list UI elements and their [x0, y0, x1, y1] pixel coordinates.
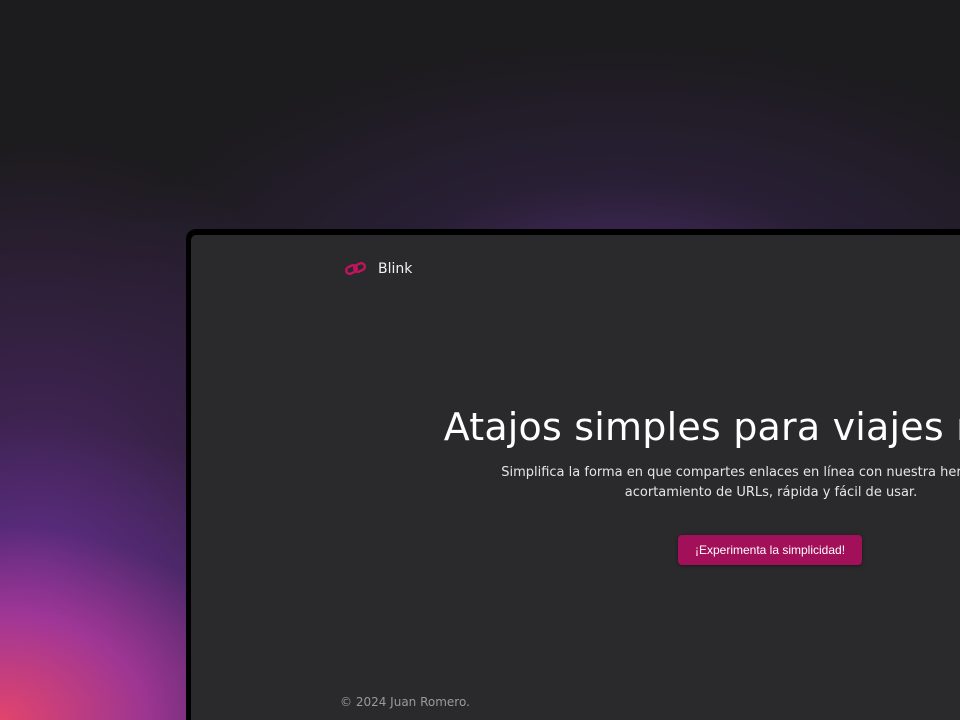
footer-copyright: © 2024 Juan Romero.: [340, 695, 470, 709]
hero-title: Atajos simples para viajes rápidos: [443, 405, 960, 449]
app-screen: Blink Atajos simples para viajes rápidos…: [191, 235, 960, 720]
brand-name[interactable]: Blink: [378, 261, 412, 277]
device-frame: Blink Atajos simples para viajes rápidos…: [186, 229, 960, 720]
experience-simplicity-button[interactable]: ¡Experimenta la simplicidad!: [678, 535, 862, 565]
link-icon[interactable]: [344, 261, 368, 277]
hero-subtitle: Simplifica la forma en que compartes enl…: [501, 465, 960, 500]
navbar: Blink: [344, 261, 412, 277]
hero-section: Atajos simples para viajes rápidos Simpl…: [191, 405, 960, 503]
